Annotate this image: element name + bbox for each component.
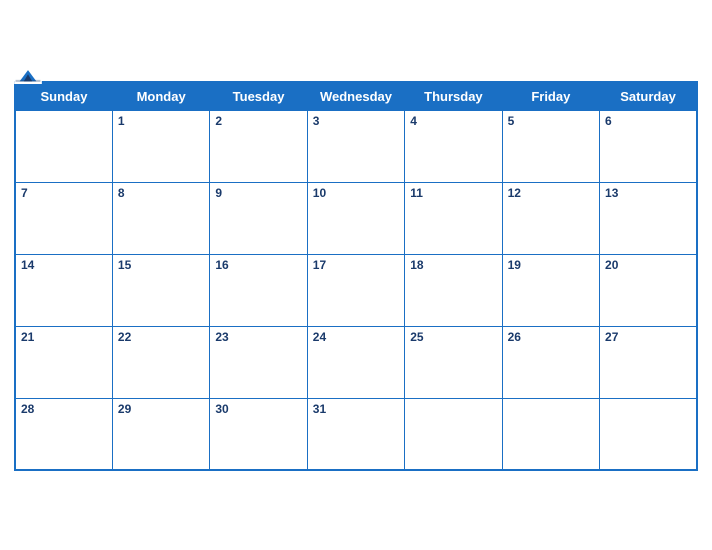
calendar-day-cell: 14 bbox=[15, 254, 112, 326]
calendar-day-cell: 9 bbox=[210, 182, 307, 254]
calendar-day-cell bbox=[502, 398, 599, 470]
weekday-header: Thursday bbox=[405, 82, 502, 111]
calendar-table: SundayMondayTuesdayWednesdayThursdayFrid… bbox=[14, 81, 698, 472]
calendar-day-cell: 27 bbox=[600, 326, 697, 398]
calendar-day-cell: 8 bbox=[112, 182, 209, 254]
calendar-day-cell: 17 bbox=[307, 254, 404, 326]
calendar-day-cell: 2 bbox=[210, 110, 307, 182]
calendar-week-row: 14 15 16 17 18 19 20 bbox=[15, 254, 697, 326]
calendar-day-cell: 5 bbox=[502, 110, 599, 182]
calendar-day-cell bbox=[600, 398, 697, 470]
calendar-day-cell: 24 bbox=[307, 326, 404, 398]
calendar-day-cell: 4 bbox=[405, 110, 502, 182]
day-number: 10 bbox=[313, 186, 326, 200]
calendar-day-cell: 25 bbox=[405, 326, 502, 398]
weekday-header: Tuesday bbox=[210, 82, 307, 111]
day-number: 25 bbox=[410, 330, 423, 344]
day-number: 31 bbox=[313, 402, 326, 416]
day-number: 17 bbox=[313, 258, 326, 272]
day-number: 1 bbox=[118, 114, 125, 128]
calendar-day-cell: 13 bbox=[600, 182, 697, 254]
calendar-week-row: 1 2 3 4 5 6 bbox=[15, 110, 697, 182]
day-number: 6 bbox=[605, 114, 612, 128]
weekday-header: Wednesday bbox=[307, 82, 404, 111]
calendar-day-cell: 1 bbox=[112, 110, 209, 182]
calendar-day-cell: 31 bbox=[307, 398, 404, 470]
calendar-day-cell: 19 bbox=[502, 254, 599, 326]
day-number: 12 bbox=[508, 186, 521, 200]
day-number: 11 bbox=[410, 186, 423, 200]
day-number: 3 bbox=[313, 114, 320, 128]
calendar-body: 1234567891011121314151617181920212223242… bbox=[15, 110, 697, 470]
day-number: 21 bbox=[21, 330, 34, 344]
calendar-day-cell: 7 bbox=[15, 182, 112, 254]
day-number: 16 bbox=[215, 258, 228, 272]
calendar-day-cell: 3 bbox=[307, 110, 404, 182]
weekday-header: Friday bbox=[502, 82, 599, 111]
day-number: 23 bbox=[215, 330, 228, 344]
day-number: 14 bbox=[21, 258, 34, 272]
calendar-day-cell: 6 bbox=[600, 110, 697, 182]
day-number: 5 bbox=[508, 114, 515, 128]
day-number: 15 bbox=[118, 258, 131, 272]
day-number: 27 bbox=[605, 330, 618, 344]
day-number: 9 bbox=[215, 186, 222, 200]
day-number: 26 bbox=[508, 330, 521, 344]
day-number: 28 bbox=[21, 402, 34, 416]
calendar-day-cell: 11 bbox=[405, 182, 502, 254]
weekday-header-row: SundayMondayTuesdayWednesdayThursdayFrid… bbox=[15, 82, 697, 111]
weekday-header: Monday bbox=[112, 82, 209, 111]
day-number: 4 bbox=[410, 114, 417, 128]
calendar-day-cell: 12 bbox=[502, 182, 599, 254]
day-number: 30 bbox=[215, 402, 228, 416]
logo-icon bbox=[14, 66, 42, 84]
day-number: 24 bbox=[313, 330, 326, 344]
calendar-day-cell: 16 bbox=[210, 254, 307, 326]
day-number: 29 bbox=[118, 402, 131, 416]
calendar-week-row: 7 8 9 10 11 12 13 bbox=[15, 182, 697, 254]
calendar-day-cell: 26 bbox=[502, 326, 599, 398]
day-number: 19 bbox=[508, 258, 521, 272]
calendar-day-cell: 28 bbox=[15, 398, 112, 470]
calendar-day-cell bbox=[405, 398, 502, 470]
calendar-day-cell: 21 bbox=[15, 326, 112, 398]
day-number: 2 bbox=[215, 114, 222, 128]
calendar-week-row: 21 22 23 24 25 26 27 bbox=[15, 326, 697, 398]
calendar-day-cell: 30 bbox=[210, 398, 307, 470]
calendar-day-cell: 15 bbox=[112, 254, 209, 326]
calendar-day-cell: 10 bbox=[307, 182, 404, 254]
calendar-day-cell bbox=[15, 110, 112, 182]
day-number: 20 bbox=[605, 258, 618, 272]
calendar-day-cell: 20 bbox=[600, 254, 697, 326]
day-number: 7 bbox=[21, 186, 28, 200]
day-number: 13 bbox=[605, 186, 618, 200]
calendar-day-cell: 18 bbox=[405, 254, 502, 326]
calendar-week-row: 28 29 30 31 bbox=[15, 398, 697, 470]
calendar-day-cell: 22 bbox=[112, 326, 209, 398]
logo-area bbox=[14, 66, 42, 84]
weekday-header: Sunday bbox=[15, 82, 112, 111]
calendar-day-cell: 23 bbox=[210, 326, 307, 398]
calendar-container: SundayMondayTuesdayWednesdayThursdayFrid… bbox=[0, 65, 712, 486]
weekday-header: Saturday bbox=[600, 82, 697, 111]
day-number: 22 bbox=[118, 330, 131, 344]
calendar-day-cell: 29 bbox=[112, 398, 209, 470]
day-number: 18 bbox=[410, 258, 423, 272]
day-number: 8 bbox=[118, 186, 125, 200]
